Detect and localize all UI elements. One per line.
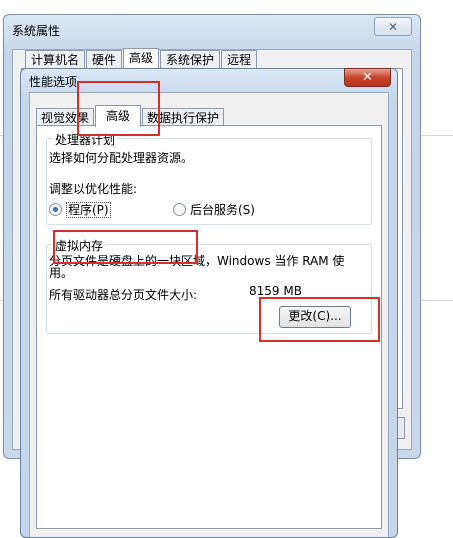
- tab-bar: 视觉效果 高级 数据执行保护: [36, 105, 225, 127]
- close-button[interactable]: ✕: [344, 68, 391, 87]
- tab-bar: 计算机名 硬件 高级 系统保护 远程: [25, 48, 258, 69]
- radio-background-services[interactable]: 后台服务(S): [173, 201, 255, 218]
- window-title: 系统属性: [12, 24, 61, 38]
- close-icon: ✕: [387, 19, 399, 34]
- tab-advanced[interactable]: 高级: [95, 105, 142, 127]
- highlight-change-button: [259, 297, 380, 342]
- radio-selected-icon: [49, 203, 62, 216]
- radio-services-label: 后台服务(S): [190, 203, 255, 217]
- tab-advanced[interactable]: 高级: [123, 48, 160, 69]
- tab-system-protection[interactable]: 系统保护: [160, 50, 221, 69]
- close-button[interactable]: ✕: [374, 17, 412, 36]
- tab-hardware[interactable]: 硬件: [86, 50, 123, 69]
- window-title: 性能选项: [29, 75, 78, 89]
- processor-scheduling-group: 处理器计划 选择如何分配处理器资源。 调整以优化性能: 程序(P) 后台服务(S…: [46, 131, 372, 225]
- adjust-label: 调整以优化性能:: [49, 182, 138, 196]
- tab-computer-name[interactable]: 计算机名: [25, 50, 86, 69]
- radio-unselected-icon: [173, 203, 186, 216]
- highlight-virtual-memory: [53, 230, 198, 264]
- processor-description: 选择如何分配处理器资源。: [49, 151, 194, 165]
- tab-remote[interactable]: 远程: [221, 50, 258, 69]
- radio-programs-label: 程序(P): [66, 202, 111, 218]
- total-paging-label: 所有驱动器总分页文件大小:: [49, 288, 198, 302]
- total-paging-value: 8159 MB: [249, 284, 302, 298]
- close-icon: ✕: [362, 70, 373, 85]
- radio-programs[interactable]: 程序(P): [49, 201, 111, 218]
